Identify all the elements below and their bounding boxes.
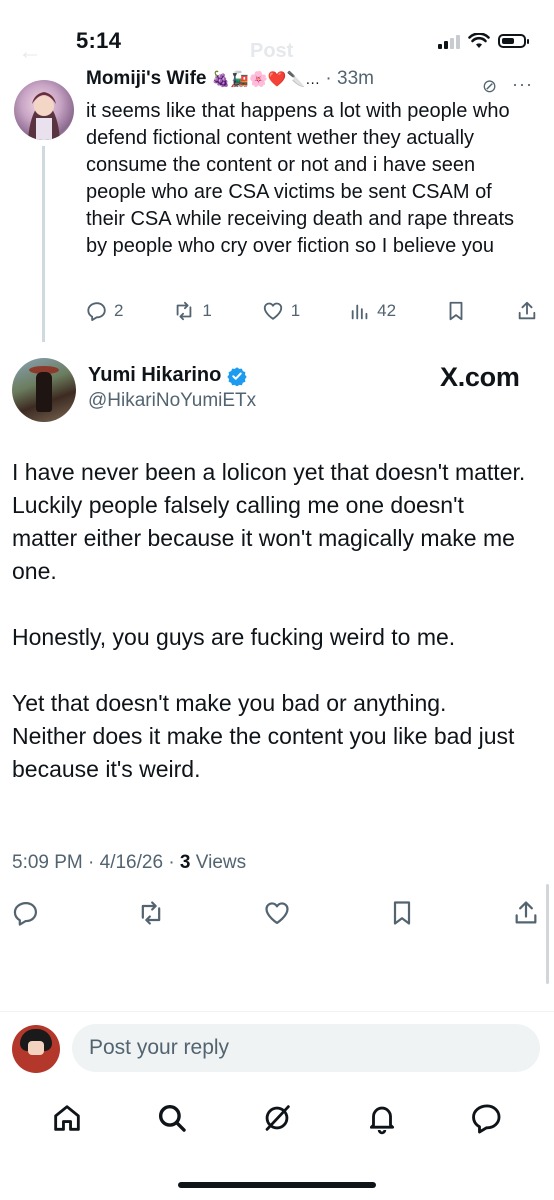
wifi-icon [468,33,490,48]
like-button[interactable]: 1 [261,300,300,322]
views-count[interactable]: 3 [180,852,191,873]
back-arrow-icon[interactable]: ← [18,38,42,66]
repost-icon[interactable] [136,899,166,927]
bookmark-icon [449,301,463,321]
repost-button[interactable]: 1 [172,300,212,322]
views-label: Views [190,852,247,873]
handle[interactable]: @HikariNoYumiETx [88,390,256,412]
bottom-nav [0,1096,554,1140]
reply-count: 2 [114,301,124,320]
analytics-icon [351,304,368,320]
status-time: 5:14 [76,28,122,53]
verified-badge-icon[interactable] [227,366,248,386]
tweet-meta: 5:09 PM · 4/16/26 · 3 Views [12,852,246,874]
home-indicator[interactable] [178,1182,376,1188]
share-icon[interactable] [512,899,540,927]
bookmark-button[interactable] [445,300,467,322]
heart-icon[interactable] [262,899,292,927]
header-title: Post [250,40,294,62]
timestamp: 5:09 PM · 4/16/26 · [12,852,180,873]
parent-display-name[interactable]: Momiji's Wife [86,68,206,89]
x-watermark: X.com [440,362,520,392]
battery-icon [498,34,529,48]
more-options-icon[interactable]: ··· [512,74,533,95]
view-count: 42 [377,301,397,320]
parent-tweet-header[interactable]: Momiji's Wife 🍇🚂🌸❤️🔪… · 33m [86,68,486,90]
notifications-icon[interactable] [365,1101,399,1135]
author-name-row[interactable]: Yumi Hikarino [88,364,248,387]
like-count: 1 [290,301,301,320]
name-emojis: 🍇🚂🌸❤️🔪… [211,71,321,88]
parent-tweet-actions: 2 1 1 42 [86,296,538,326]
avatar[interactable] [12,358,76,422]
display-name[interactable]: Yumi Hikarino [88,364,221,387]
repost-icon [177,301,192,321]
reply-input[interactable] [72,1035,521,1061]
share-icon [518,301,536,320]
divider [0,1011,554,1012]
main-tweet-text: I have never been a lolicon yet that doe… [12,459,526,782]
avatar[interactable] [14,80,74,140]
search-icon[interactable] [155,1101,189,1135]
scrollbar[interactable] [546,884,549,984]
home-icon[interactable] [50,1101,84,1135]
parent-time: · 33m [325,68,374,89]
thread-line [42,146,45,342]
status-icons [438,30,529,52]
grok-icon[interactable]: ⊘ [482,76,497,97]
cellular-signal-icon [438,33,460,49]
share-button[interactable] [516,300,538,322]
heart-icon [263,302,282,320]
reply-icon[interactable] [12,899,40,927]
reply-field[interactable] [72,1024,540,1072]
views-button[interactable]: 42 [349,300,396,322]
reply-button[interactable]: 2 [86,300,123,322]
grok-icon[interactable] [260,1101,294,1135]
bookmark-icon[interactable] [388,899,416,927]
avatar-image [28,92,60,140]
reply-icon [87,302,106,321]
parent-tweet-text: it seems like that happens a lot with pe… [86,100,515,257]
messages-icon[interactable] [470,1101,504,1135]
avatar[interactable] [12,1025,60,1073]
main-tweet-actions [12,896,540,930]
repost-count: 1 [202,301,212,320]
